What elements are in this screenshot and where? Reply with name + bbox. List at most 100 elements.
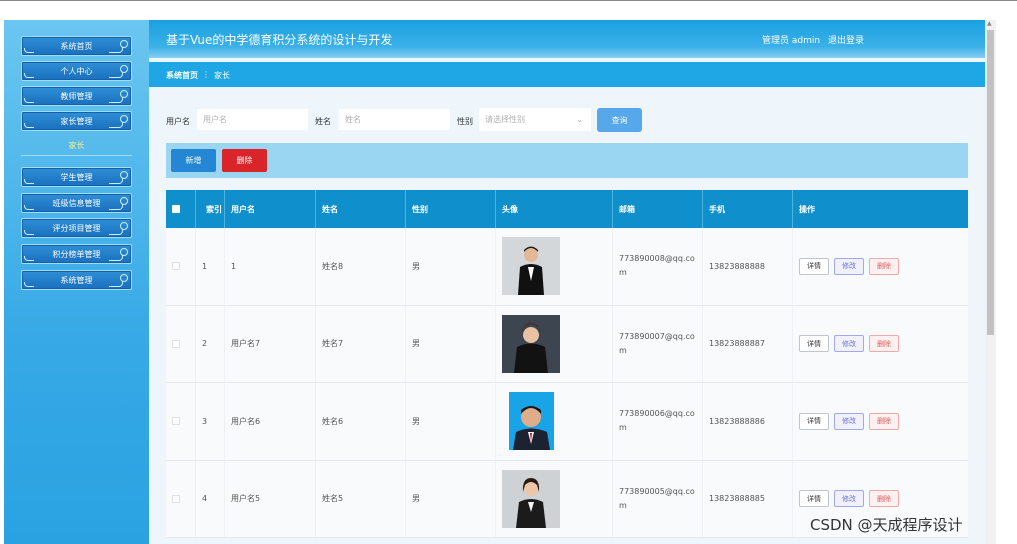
cell-email: 773890005@qq.com — [613, 460, 703, 537]
chevron-down-icon: ⌄ — [576, 115, 583, 124]
query-button[interactable]: 查询 — [597, 108, 642, 132]
delete-button[interactable]: 删除 — [869, 335, 899, 353]
header-avatar: 头像 — [496, 190, 613, 228]
sidebar-item-profile[interactable]: 个人中心 — [21, 61, 132, 81]
cell-phone: 13823888885 — [703, 460, 793, 537]
cell-actions: 详情 修改 删除 — [793, 383, 968, 460]
app-shell: 系统首页 个人中心 教师管理 家长管理 家长 学生管理 班级信息管理 评分项目管… — [0, 0, 1017, 544]
breadcrumb-home[interactable]: 系统首页 — [166, 70, 198, 81]
sidebar-item-label: 积分榜单管理 — [52, 249, 101, 259]
email-text: 773890005@qq.com — [619, 486, 695, 510]
cell-email: 773890007@qq.com — [613, 305, 703, 382]
cell-index: 4 — [196, 460, 225, 537]
swirl-ornament-icon — [109, 281, 123, 287]
cell-phone: 13823888888 — [703, 228, 793, 305]
swirl-ornament-icon — [109, 204, 123, 210]
detail-button[interactable]: 详情 — [799, 412, 829, 430]
detail-button[interactable]: 详情 — [799, 490, 829, 508]
add-button[interactable]: 新增 — [171, 149, 216, 172]
cell-avatar — [496, 460, 613, 537]
sidebar-item-label: 个人中心 — [60, 66, 93, 76]
detail-button[interactable]: 详情 — [799, 257, 829, 275]
sidebar-item-teachers[interactable]: 教师管理 — [21, 86, 132, 106]
breadcrumb-separator: ⋮ — [202, 70, 210, 79]
delete-button[interactable]: 删除 — [869, 412, 899, 430]
delete-button[interactable]: 删除 — [869, 490, 899, 508]
cell-name: 姓名6 — [316, 383, 406, 460]
bulk-delete-button[interactable]: 删除 — [222, 149, 267, 172]
sidebar-item-label: 系统管理 — [60, 275, 93, 285]
sidebar-item-students[interactable]: 学生管理 — [21, 167, 132, 187]
cell-avatar — [496, 383, 613, 460]
sidebar-subitem-parents[interactable]: 家长 — [21, 140, 132, 151]
cell-gender: 男 — [406, 383, 496, 460]
row-checkbox[interactable] — [172, 262, 180, 271]
header-gender: 性别 — [406, 190, 496, 228]
edit-button[interactable]: 修改 — [834, 490, 864, 508]
row-select-cell — [166, 383, 196, 460]
cell-username: 用户名5 — [225, 460, 316, 537]
breadcrumb-current: 家长 — [214, 71, 230, 80]
swirl-ornament-icon — [109, 229, 123, 235]
scroll-up-arrow-icon[interactable]: ▲ — [987, 20, 992, 27]
edit-button[interactable]: 修改 — [834, 335, 864, 353]
detail-button[interactable]: 详情 — [799, 335, 829, 353]
sidebar-item-home[interactable]: 系统首页 — [21, 36, 132, 56]
row-checkbox[interactable] — [172, 417, 180, 426]
name-input[interactable] — [338, 108, 451, 131]
email-text: 773890008@qq.com — [619, 254, 695, 278]
sidebar-item-leaderboard[interactable]: 积分榜单管理 — [21, 244, 132, 264]
sidebar-item-scoring-items[interactable]: 评分项目管理 — [21, 218, 132, 238]
header-email: 邮箱 — [613, 190, 703, 228]
sidebar-item-label: 系统首页 — [60, 41, 93, 51]
cell-index: 3 — [196, 383, 225, 460]
username-label: 用户名 — [166, 117, 190, 126]
search-bar: 用户名 姓名 性别 请选择性别 ⌄ 查询 — [149, 108, 985, 134]
action-toolbar: 新增 删除 — [166, 143, 968, 178]
main-content: 基于Vue的中学德育积分系统的设计与开发 管理员 admin 退出登录 系统首页… — [149, 20, 985, 544]
cell-index: 2 — [196, 305, 225, 382]
table-row: 3 用户名6 姓名6 男 773890006@qq.com 1382388888… — [166, 383, 968, 461]
edit-button[interactable]: 修改 — [834, 257, 864, 275]
gender-select-placeholder: 请选择性别 — [485, 115, 525, 124]
breadcrumb: 系统首页 ⋮ 家长 — [166, 70, 230, 81]
cell-phone: 13823888887 — [703, 305, 793, 382]
parents-table: 索引 用户名 姓名 性别 头像 邮箱 手机 操作 1 1 姓名8 男 77389… — [166, 190, 968, 538]
sidebar-item-label: 班级信息管理 — [52, 198, 101, 208]
cell-actions: 详情 修改 删除 — [793, 306, 968, 383]
cell-avatar — [496, 305, 613, 382]
vertical-scrollbar[interactable]: ▲ — [985, 20, 996, 544]
sidebar-item-system[interactable]: 系统管理 — [21, 270, 132, 290]
cell-actions: 详情 修改 删除 — [793, 228, 968, 305]
cell-username: 用户名7 — [225, 305, 316, 382]
sidebar-item-parents[interactable]: 家长管理 — [21, 111, 132, 131]
select-all-checkbox[interactable] — [172, 205, 180, 213]
logout-link[interactable]: 退出登录 — [828, 33, 864, 46]
avatar-image — [502, 314, 560, 373]
cell-email: 773890008@qq.com — [613, 228, 703, 305]
swirl-ornament-icon — [109, 122, 123, 128]
row-select-cell — [166, 228, 196, 305]
row-checkbox[interactable] — [172, 339, 180, 348]
cell-username: 1 — [225, 228, 316, 305]
header-phone: 手机 — [703, 190, 793, 228]
email-text: 773890006@qq.com — [619, 409, 695, 433]
swirl-ornament-icon — [24, 230, 34, 235]
name-label: 姓名 — [315, 117, 331, 126]
gender-select[interactable]: 请选择性别 ⌄ — [479, 108, 591, 131]
header-username: 用户名 — [225, 190, 316, 228]
edit-button[interactable]: 修改 — [834, 412, 864, 430]
row-select-cell — [166, 460, 196, 537]
table-row: 1 1 姓名8 男 773890008@qq.com 13823888888 详… — [166, 228, 968, 306]
cell-index: 1 — [196, 228, 225, 305]
header-index: 索引 — [196, 190, 225, 228]
row-checkbox[interactable] — [172, 494, 180, 503]
sidebar: 系统首页 个人中心 教师管理 家长管理 家长 学生管理 班级信息管理 评分项目管… — [4, 20, 149, 544]
scrollbar-thumb[interactable] — [987, 30, 994, 335]
username-input[interactable] — [196, 108, 309, 131]
breadcrumb-bar: 系统首页 ⋮ 家长 — [149, 62, 985, 87]
swirl-ornament-icon — [109, 72, 123, 78]
sidebar-item-classes[interactable]: 班级信息管理 — [21, 193, 132, 213]
delete-button[interactable]: 删除 — [869, 257, 899, 275]
cell-email: 773890006@qq.com — [613, 383, 703, 460]
